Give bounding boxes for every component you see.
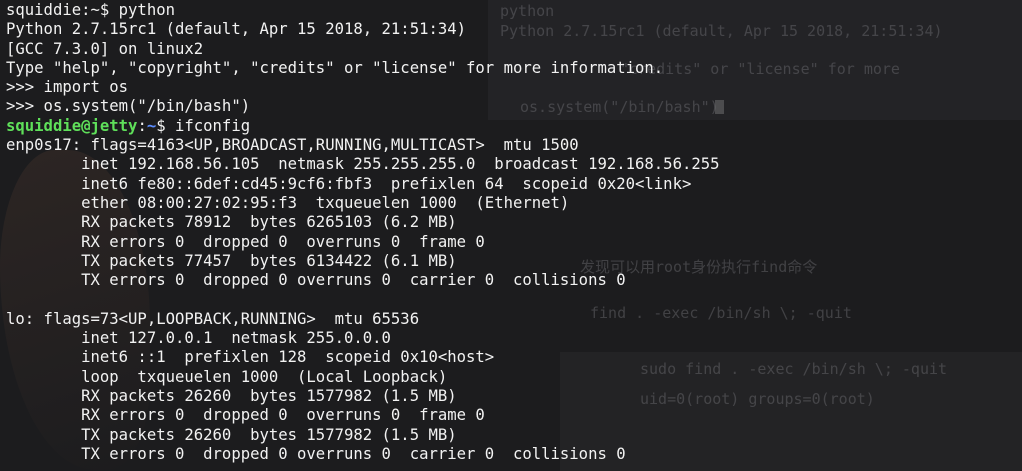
ifconfig-line: RX packets 26260 bytes 1577982 (1.5 MB) [6,386,457,405]
ifconfig-line: ether 08:00:27:02:95:f3 txqueuelen 1000 … [6,193,570,212]
python-repl-line: >>> os.system("/bin/bash") [6,97,251,116]
ifconfig-line: lo: flags=73<UP,LOOPBACK,RUNNING> mtu 65… [6,309,420,328]
shell-prompt-line: squiddie:~$ python [6,1,175,19]
python-output-line: Python 2.7.15rc1 (default, Apr 15 2018, … [6,20,467,39]
ifconfig-line: inet 127.0.0.1 netmask 255.0.0.0 [6,329,391,348]
python-output-line: Type "help", "copyright", "credits" or "… [6,58,664,77]
bash-prompt-line: squiddie@jetty:~$ ifconfig [6,117,1022,136]
prompt-command: $ ifconfig [156,116,251,135]
prompt-user-host: squiddie@jetty [6,116,138,135]
python-repl-line: >>> import os [6,78,129,97]
ifconfig-blank-line [6,290,1022,309]
ifconfig-line: inet 192.168.56.105 netmask 255.255.255.… [6,155,720,174]
ifconfig-line: inet6 fe80::6def:cd45:9cf6:fbf3 prefixle… [6,174,692,193]
ifconfig-line: RX errors 0 dropped 0 overruns 0 frame 0 [6,232,485,251]
prompt-path: ~ [146,116,157,135]
terminal-output[interactable]: squiddie:~$ python Python 2.7.15rc1 (def… [0,0,1022,471]
prompt-separator: : [137,116,147,135]
ifconfig-line: TX errors 0 dropped 0 overruns 0 carrier… [6,271,626,290]
python-output-line: [GCC 7.3.0] on linux2 [6,39,204,58]
ifconfig-line: TX packets 26260 bytes 1577982 (1.5 MB) [6,425,457,444]
ifconfig-line: loop txqueuelen 1000 (Local Loopback) [6,367,448,386]
ifconfig-line: RX errors 0 dropped 0 overruns 0 frame 0 [6,406,485,425]
ifconfig-line: RX packets 78912 bytes 6265103 (6.2 MB) [6,213,457,232]
ifconfig-line: inet6 ::1 prefixlen 128 scopeid 0x10<hos… [6,348,495,367]
ifconfig-line: TX errors 0 dropped 0 overruns 0 carrier… [6,444,626,463]
ifconfig-line: enp0s17: flags=4163<UP,BROADCAST,RUNNING… [6,136,579,155]
ifconfig-line: TX packets 77457 bytes 6134422 (6.1 MB) [6,251,457,270]
